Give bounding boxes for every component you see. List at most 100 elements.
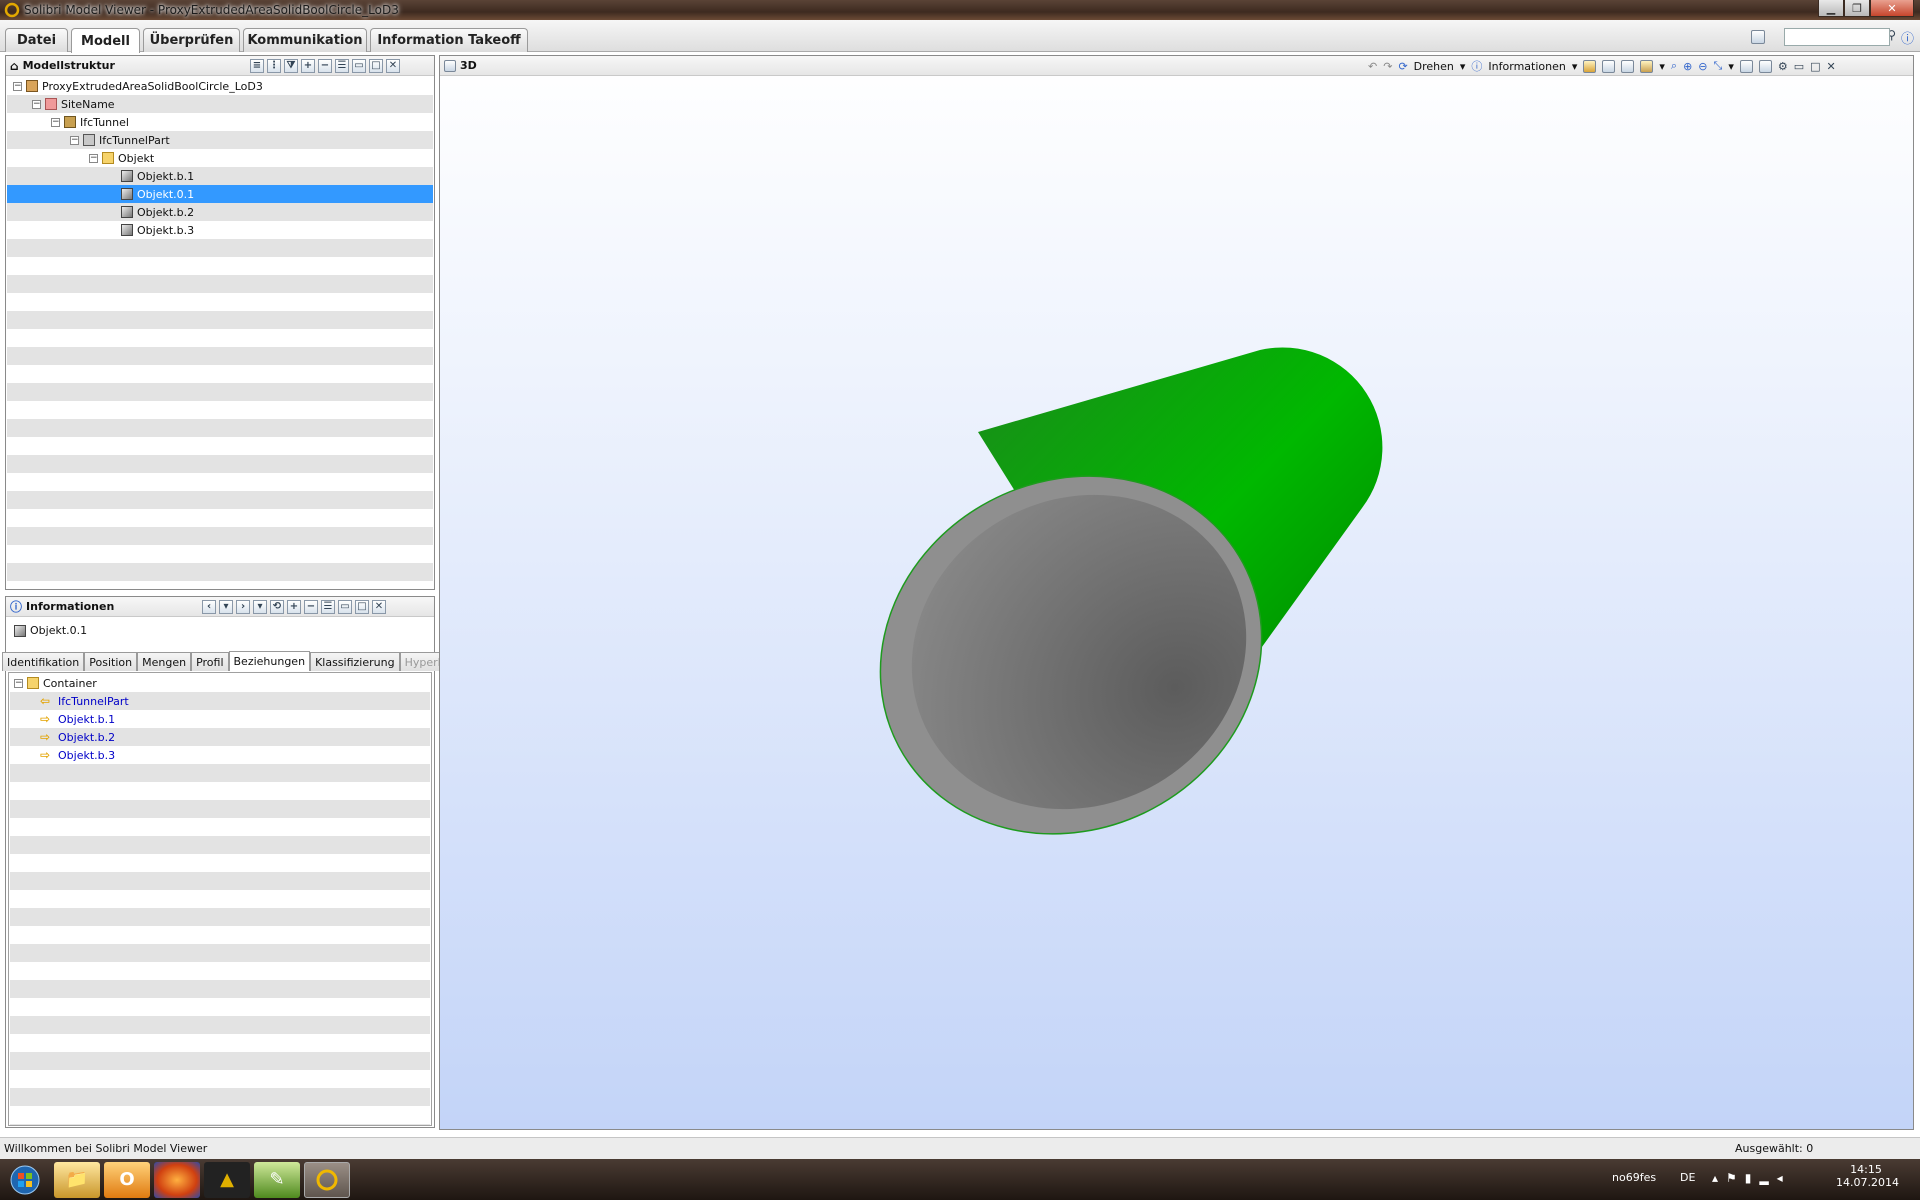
list-icon[interactable]: ☰ xyxy=(335,59,349,73)
close-panel-icon[interactable]: ✕ xyxy=(372,600,386,614)
tree-row[interactable]: − SiteName xyxy=(7,95,433,113)
tree-row[interactable]: Objekt.b.2 xyxy=(7,203,433,221)
expand-all-icon[interactable]: + xyxy=(287,600,301,614)
info-icon[interactable]: ⓘ xyxy=(1471,58,1482,74)
relation-row[interactable]: ⇨ Objekt.b.1 xyxy=(10,710,430,728)
redo-icon[interactable]: ↷ xyxy=(1383,60,1392,73)
maximize-panel-icon[interactable]: □ xyxy=(369,59,383,73)
zoom-fit-icon[interactable]: ⌕ xyxy=(1671,59,1677,73)
tray-icons[interactable]: ▴⚑▮▂◂ xyxy=(1712,1171,1791,1185)
help-icon[interactable]: ⓘ xyxy=(1901,28,1914,47)
tree-row[interactable]: Objekt.b.3 xyxy=(7,221,433,239)
minimize-panel-icon[interactable]: ▭ xyxy=(1794,60,1804,73)
tree-row[interactable]: − IfcTunnelPart xyxy=(7,131,433,149)
info-tab-identifikation[interactable]: Identifikation xyxy=(2,652,85,671)
solibri-icon[interactable] xyxy=(304,1161,350,1198)
relation-link[interactable]: Objekt.b.1 xyxy=(58,713,115,726)
maximize-panel-icon[interactable]: □ xyxy=(355,600,369,614)
tree-row[interactable]: Objekt.b.1 xyxy=(7,167,433,185)
tree-row-label: Objekt.b.1 xyxy=(137,169,195,183)
minimize-panel-icon[interactable]: ▭ xyxy=(352,59,366,73)
collapse-icon[interactable]: − xyxy=(32,99,41,109)
view-side-icon[interactable] xyxy=(1621,59,1635,73)
tab-datei[interactable]: Datei xyxy=(5,28,68,52)
back-icon[interactable]: ‹ xyxy=(202,600,216,614)
tunnel-tube-model[interactable] xyxy=(817,347,1383,900)
tree-row[interactable]: − ProxyExtrudedAreaSolidBoolCircle_LoD3 xyxy=(7,77,433,95)
tab-information-takeoff[interactable]: Information Takeoff xyxy=(370,28,528,52)
filter-icon[interactable]: ⧩ xyxy=(284,59,298,73)
info-tab-position[interactable]: Position xyxy=(84,652,138,671)
info-tab-klassifizierung[interactable]: Klassifizierung xyxy=(310,652,400,671)
maximize-button[interactable]: ❐ xyxy=(1844,0,1870,17)
relation-row[interactable]: ⇨ Objekt.b.3 xyxy=(10,746,430,764)
tab-ueberpruefen[interactable]: Überprüfen xyxy=(143,28,240,52)
view-top-icon[interactable] xyxy=(1640,59,1654,73)
zoom-out-icon[interactable]: ⊖ xyxy=(1698,60,1707,73)
settings-icon[interactable]: ⚙ xyxy=(1778,60,1788,73)
layout-icon[interactable] xyxy=(1751,30,1765,44)
relation-link[interactable]: IfcTunnelPart xyxy=(58,695,129,708)
collapse-icon[interactable]: − xyxy=(51,117,60,127)
tree-row[interactable]: − Objekt xyxy=(7,149,433,167)
search-input[interactable] xyxy=(1784,28,1890,46)
layers-icon[interactable] xyxy=(1758,59,1772,73)
collapse-icon[interactable]: − xyxy=(13,81,22,91)
undo-icon[interactable]: ↶ xyxy=(1368,60,1377,73)
chevron-down-icon[interactable]: ▾ xyxy=(1659,60,1665,73)
language-indicator[interactable]: DE xyxy=(1680,1171,1695,1184)
maximize-panel-icon[interactable]: □ xyxy=(1810,60,1820,73)
tab-kommunikation[interactable]: Kommunikation xyxy=(243,28,367,52)
info-mode-dropdown[interactable]: Informationen xyxy=(1488,60,1565,73)
relation-row[interactable]: − Container xyxy=(10,674,430,692)
info-tab-beziehungen[interactable]: Beziehungen xyxy=(228,651,311,671)
project-icon[interactable]: ✎ xyxy=(254,1161,300,1198)
minimize-panel-icon[interactable]: ▭ xyxy=(338,600,352,614)
relation-row[interactable]: ⇨ Objekt.b.2 xyxy=(10,728,430,746)
measure-icon[interactable]: ⤡ xyxy=(1714,59,1723,73)
sync-selection-icon[interactable]: ⟲ xyxy=(270,600,284,614)
info-tab-profil[interactable]: Profil xyxy=(191,652,229,671)
close-panel-icon[interactable]: ✕ xyxy=(386,59,400,73)
close-panel-icon[interactable]: ✕ xyxy=(1827,60,1836,73)
relation-row[interactable]: ⇦ IfcTunnelPart xyxy=(10,692,430,710)
tree-view-icon[interactable]: ≡ xyxy=(250,59,264,73)
chevron-down-icon[interactable]: ▾ xyxy=(1460,60,1466,73)
relation-link[interactable]: Objekt.b.2 xyxy=(58,731,115,744)
collapse-all-icon[interactable]: − xyxy=(304,600,318,614)
firefox-icon[interactable] xyxy=(154,1161,200,1198)
view-cube-icon[interactable] xyxy=(1583,59,1597,73)
forward-dropdown-icon[interactable]: ▾ xyxy=(253,600,267,614)
3d-viewport[interactable] xyxy=(440,77,1913,1129)
user-label[interactable]: no69fes xyxy=(1612,1171,1656,1184)
rotate-icon[interactable]: ⟳ xyxy=(1398,60,1407,73)
app-icon[interactable]: ▲ xyxy=(204,1161,250,1198)
history-dropdown-icon[interactable]: ▾ xyxy=(219,600,233,614)
forward-icon[interactable]: › xyxy=(236,600,250,614)
chevron-down-icon[interactable]: ▾ xyxy=(1572,60,1578,73)
view-front-icon[interactable] xyxy=(1602,59,1616,73)
relation-link[interactable]: Objekt.b.3 xyxy=(58,749,115,762)
tree-options-icon[interactable]: ⋮ xyxy=(267,59,281,73)
collapse-all-icon[interactable]: − xyxy=(318,59,332,73)
tab-modell[interactable]: Modell xyxy=(71,28,140,53)
3d-view[interactable]: 3D ↶ ↷ ⟳ Drehen ▾ ⓘ Informationen ▾ ▾ ⌕ ⊕ … xyxy=(439,55,1914,1130)
selected-count: Ausgewählt: 0 xyxy=(1735,1142,1814,1155)
start-button[interactable] xyxy=(0,1162,50,1198)
zoom-in-icon[interactable]: ⊕ xyxy=(1683,60,1692,73)
tree-row[interactable]: − IfcTunnel xyxy=(7,113,433,131)
minimize-button[interactable]: ▁ xyxy=(1818,0,1844,17)
close-button[interactable]: ✕ xyxy=(1870,0,1914,17)
outlook-icon[interactable]: O xyxy=(104,1161,150,1198)
info-tab-mengen[interactable]: Mengen xyxy=(137,652,192,671)
window-icon[interactable] xyxy=(1739,59,1753,73)
chevron-down-icon[interactable]: ▾ xyxy=(1728,60,1734,73)
explorer-icon[interactable]: 📁 xyxy=(54,1161,100,1198)
collapse-icon[interactable]: − xyxy=(14,678,23,688)
tree-row[interactable]: Objekt.0.1 xyxy=(7,185,433,203)
expand-all-icon[interactable]: + xyxy=(301,59,315,73)
collapse-icon[interactable]: − xyxy=(70,135,79,145)
collapse-icon[interactable]: − xyxy=(89,153,98,163)
list-icon[interactable]: ☰ xyxy=(321,600,335,614)
rotate-mode-dropdown[interactable]: Drehen xyxy=(1414,60,1454,73)
